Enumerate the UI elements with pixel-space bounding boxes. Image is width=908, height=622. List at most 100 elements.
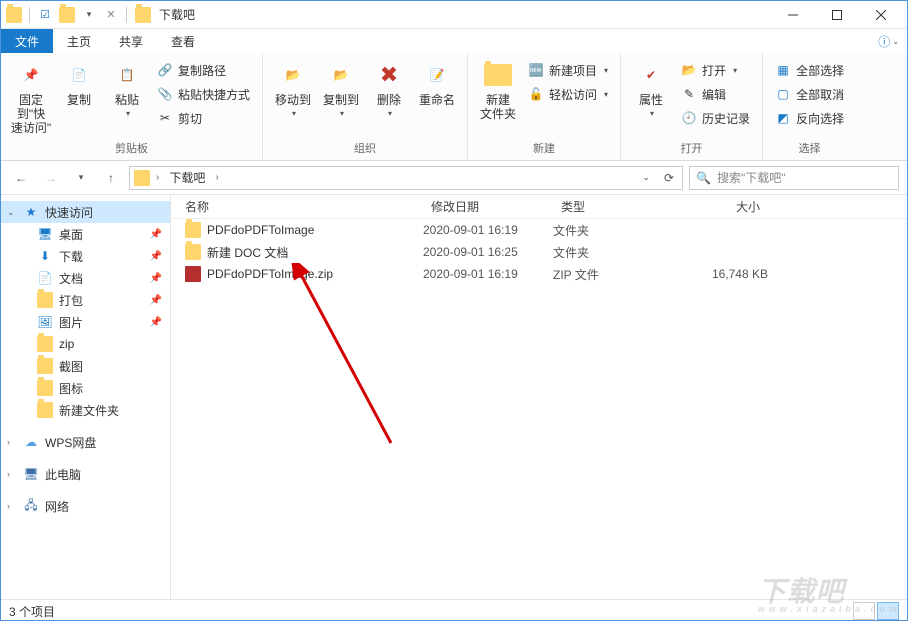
chevron-down-icon[interactable]: ⌄ [7, 207, 15, 218]
shortcut-icon: 📎 [157, 86, 173, 102]
zip-icon [185, 266, 201, 282]
chevron-right-icon[interactable]: › [152, 172, 163, 183]
copy-to-button[interactable]: 📂复制到▾ [317, 57, 365, 123]
column-date[interactable]: 修改日期 [423, 198, 553, 215]
folder-icon [37, 336, 53, 352]
tab-file[interactable]: 文件 [1, 29, 53, 53]
qat-customize-icon[interactable]: ▾ [80, 6, 98, 24]
sidebar-item-thispc[interactable]: ›🖥此电脑 [1, 463, 170, 485]
sidebar-item-documents[interactable]: 📄文档📌 [1, 267, 170, 289]
back-button[interactable]: ← [9, 166, 33, 190]
file-row[interactable]: 新建 DOC 文档2020-09-01 16:25文件夹 [171, 241, 907, 263]
cut-button[interactable]: ✂剪切 [153, 107, 254, 129]
folder-qat-icon[interactable] [5, 6, 23, 24]
rename-icon: 📝 [421, 59, 453, 91]
ribbon-group-new: 新建 文件夹 🆕新建项目▾ 🔓轻松访问▾ 新建 [468, 53, 621, 160]
file-list[interactable]: 名称 修改日期 类型 大小 PDFdoPDFToImage2020-09-01 … [171, 195, 907, 599]
ribbon-group-clipboard: 📌 固定到"快 速访问" 📄 复制 📋 粘贴▾ 🔗复制路径 📎粘贴快捷方式 ✂剪… [1, 53, 263, 160]
breadcrumb[interactable]: › 下载吧 › ⌄ ⟳ [129, 166, 683, 190]
recent-locations-button[interactable]: ▾ [69, 166, 93, 190]
sidebar-item-quick-access[interactable]: ⌄★快速访问 [1, 201, 170, 223]
chevron-right-icon[interactable]: › [7, 437, 10, 447]
sidebar-item-jietu[interactable]: 截图 [1, 355, 170, 377]
maximize-button[interactable] [815, 1, 859, 29]
new-folder-button[interactable]: 新建 文件夹 [474, 57, 522, 123]
desktop-icon: 🖥 [37, 226, 53, 242]
chevron-right-icon[interactable]: › [211, 172, 222, 183]
easy-icon: 🔓 [528, 86, 544, 102]
sidebar-item-tubiao[interactable]: 图标 [1, 377, 170, 399]
column-type[interactable]: 类型 [553, 198, 668, 215]
path-icon: 🔗 [157, 62, 173, 78]
sidebar-item-desktop[interactable]: 🖥桌面📌 [1, 223, 170, 245]
copyto-icon: 📂 [325, 59, 357, 91]
select-none-button[interactable]: ▢全部取消 [771, 83, 848, 105]
invert-selection-button[interactable]: ◩反向选择 [771, 107, 848, 129]
sidebar-item-network[interactable]: ›🖧网络 [1, 495, 170, 517]
file-date: 2020-09-01 16:19 [423, 267, 553, 281]
chevron-right-icon[interactable]: › [7, 501, 10, 511]
copy-button[interactable]: 📄 复制 [55, 57, 103, 109]
column-name[interactable]: 名称 [171, 198, 423, 215]
new-item-button[interactable]: 🆕新建项目▾ [524, 59, 612, 81]
close-button[interactable] [859, 1, 903, 29]
sidebar-item-zip[interactable]: zip [1, 333, 170, 355]
sidebar-item-pictures[interactable]: 🖼图片📌 [1, 311, 170, 333]
icons-view-button[interactable] [877, 602, 899, 620]
properties-qat-icon[interactable]: ☑ [36, 6, 54, 24]
easy-access-button[interactable]: 🔓轻松访问▾ [524, 83, 612, 105]
edit-button[interactable]: ✎编辑 [677, 83, 754, 105]
sidebar-item-wps[interactable]: ›☁WPS网盘 [1, 431, 170, 453]
minimize-button[interactable] [771, 1, 815, 29]
sidebar-item-dabao[interactable]: 打包📌 [1, 289, 170, 311]
breadcrumb-segment[interactable]: 下载吧 [165, 169, 209, 186]
selall-icon: ▦ [775, 62, 791, 78]
folder-icon [37, 380, 53, 396]
delete-button[interactable]: ✖删除▾ [365, 57, 413, 123]
sidebar-item-downloads[interactable]: ⬇下载📌 [1, 245, 170, 267]
paste-shortcut-button[interactable]: 📎粘贴快捷方式 [153, 83, 254, 105]
tab-home[interactable]: 主页 [53, 29, 105, 53]
details-view-button[interactable] [853, 602, 875, 620]
tab-view[interactable]: 查看 [157, 29, 209, 53]
ribbon-help-icon[interactable]: ⓘ ⌄ [878, 29, 899, 53]
cloud-icon: ☁ [23, 434, 39, 450]
tab-share[interactable]: 共享 [105, 29, 157, 53]
up-button[interactable]: ↑ [99, 166, 123, 190]
new-folder-qat-icon[interactable] [58, 6, 76, 24]
refresh-button[interactable]: ⟳ [660, 171, 678, 185]
file-date: 2020-09-01 16:19 [423, 223, 553, 237]
breadcrumb-folder-icon [134, 170, 150, 186]
select-all-button[interactable]: ▦全部选择 [771, 59, 848, 81]
paste-button[interactable]: 📋 粘贴▾ [103, 57, 151, 123]
ribbon: 📌 固定到"快 速访问" 📄 复制 📋 粘贴▾ 🔗复制路径 📎粘贴快捷方式 ✂剪… [1, 53, 907, 161]
pin-icon: 📌 [150, 273, 162, 284]
forward-button[interactable]: → [39, 166, 63, 190]
move-to-button[interactable]: 📂移动到▾ [269, 57, 317, 123]
open-button[interactable]: 📂打开▾ [677, 59, 754, 81]
file-row[interactable]: PDFdoPDFToImage.zip 2020-09-01 16:19ZIP 文… [171, 263, 907, 285]
network-icon: 🖧 [23, 498, 39, 514]
chevron-right-icon[interactable]: › [7, 469, 10, 479]
quick-access-toolbar: ☑ ▾ ✕ [5, 6, 129, 24]
sidebar-item-newfolder[interactable]: 新建文件夹 [1, 399, 170, 421]
pin-icon: 📌 [150, 251, 162, 262]
window-folder-icon [135, 7, 151, 23]
properties-button[interactable]: ✔属性▾ [627, 57, 675, 123]
breadcrumb-dropdown-icon[interactable]: ⌄ [638, 172, 654, 183]
pin-icon: 📌 [150, 317, 162, 328]
rename-button[interactable]: 📝重命名 [413, 57, 461, 109]
file-row[interactable]: PDFdoPDFToImage2020-09-01 16:19文件夹 [171, 219, 907, 241]
history-button[interactable]: 🕘历史记录 [677, 107, 754, 129]
column-size[interactable]: 大小 [668, 198, 768, 215]
pin-icon: 📌 [15, 59, 47, 91]
search-input[interactable]: 🔍 搜索"下载吧" [689, 166, 899, 190]
copy-path-button[interactable]: 🔗复制路径 [153, 59, 254, 81]
history-icon: 🕘 [681, 110, 697, 126]
edit-icon: ✎ [681, 86, 697, 102]
file-name: PDFdoPDFToImage.zip [207, 267, 333, 281]
file-type: ZIP 文件 [553, 266, 668, 283]
file-type: 文件夹 [553, 244, 668, 261]
pin-to-quick-access-button[interactable]: 📌 固定到"快 速访问" [7, 57, 55, 137]
navigation-pane[interactable]: ⌄★快速访问 🖥桌面📌 ⬇下载📌 📄文档📌 打包📌 🖼图片📌 zip 截图 图标… [1, 195, 171, 599]
